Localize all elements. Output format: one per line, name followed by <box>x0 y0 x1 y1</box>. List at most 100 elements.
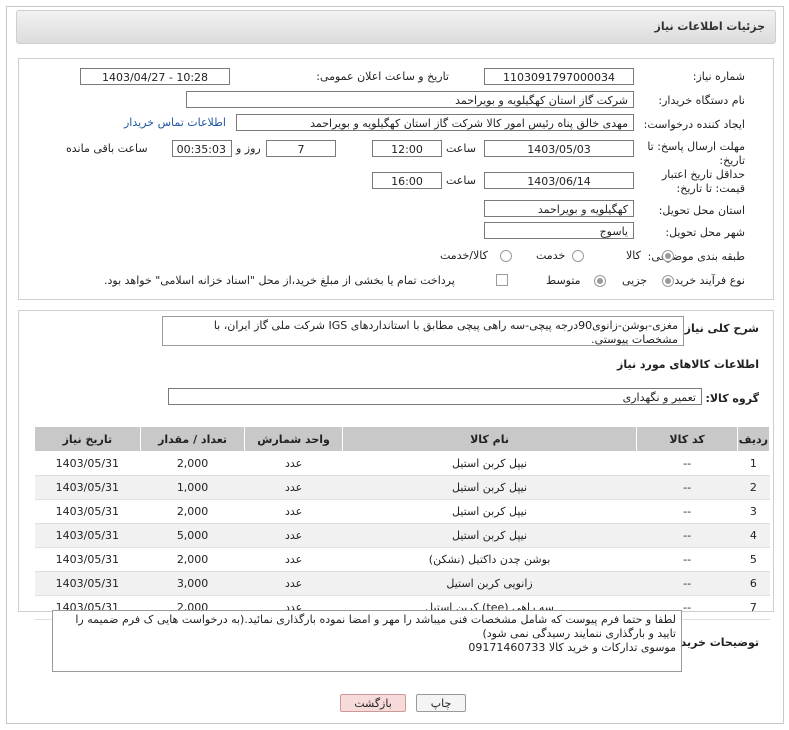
days-label: روز و <box>236 142 261 155</box>
buyer-contact-link[interactable]: اطلاعات تماس خریدار <box>124 116 226 129</box>
treasury-payment-note: پرداخت تمام یا بخشی از مبلغ خرید،از محل … <box>104 274 455 287</box>
cell-item-code: -- <box>636 523 738 548</box>
need-number-label: شماره نیاز: <box>692 70 745 83</box>
city-label: شهر محل تحویل: <box>665 226 745 239</box>
cell-quantity: 2,000 <box>140 499 245 524</box>
col-row-number: ردیف <box>736 426 771 452</box>
cell-item-name: نیپل کربن استیل <box>342 451 637 476</box>
cell-row-number: 4 <box>737 523 770 548</box>
category-radio-service[interactable] <box>572 250 584 262</box>
cell-item-name: نیپل کربن استیل <box>342 475 637 500</box>
process-option-minor: جزیی <box>622 274 648 287</box>
cell-item-name: بوشن چدن داکتیل (نشکن) <box>342 547 637 572</box>
remaining-time-field: 00:35:03 <box>172 140 232 157</box>
category-option-goods: کالا <box>626 249 641 262</box>
table-row: 2 -- نیپل کربن استیل عدد 1,000 1403/05/3… <box>34 475 770 500</box>
buyer-notes-field: لطفا و حتما فرم پیوست که شامل مشخصات فنی… <box>52 610 682 672</box>
cell-need-date: 1403/05/31 <box>34 451 141 476</box>
table-row: 5 -- بوشن چدن داکتیل (نشکن) عدد 2,000 14… <box>34 547 770 572</box>
process-radio-minor[interactable] <box>662 275 674 287</box>
validity-date-field: 1403/06/14 <box>484 172 634 189</box>
category-option-service: خدمت <box>536 249 566 262</box>
cell-item-name: نیپل کربن استیل <box>342 523 637 548</box>
buyer-org-field: شرکت گاز استان کهگیلویه و بویراحمد <box>186 91 634 108</box>
reply-time-field: 12:00 <box>372 140 442 157</box>
cell-item-name: زانویی کربن استیل <box>342 571 637 596</box>
cell-need-date: 1403/05/31 <box>34 571 141 596</box>
page-title: جزئیات اطلاعات نیاز <box>654 20 766 33</box>
table-row: 4 -- نیپل کربن استیل عدد 5,000 1403/05/3… <box>34 523 770 548</box>
announce-label: تاریخ و ساعت اعلان عمومی: <box>316 70 449 83</box>
back-button[interactable]: بازگشت <box>340 694 406 712</box>
cell-quantity: 2,000 <box>140 547 245 572</box>
process-label: نوع فرآیند خرید : <box>667 274 745 287</box>
cell-row-number: 3 <box>737 499 770 524</box>
cell-item-code: -- <box>636 547 738 572</box>
category-radio-goods[interactable] <box>662 250 674 262</box>
cell-quantity: 3,000 <box>140 571 245 596</box>
process-option-medium: متوسط <box>546 274 581 287</box>
requester-field: مهدی خالق پناه رئیس امور کالا شرکت گاز ا… <box>236 114 634 131</box>
cell-row-number: 2 <box>737 475 770 500</box>
cell-quantity: 2,000 <box>140 451 245 476</box>
goods-group-field: تعمیر و نگهداری <box>168 388 702 405</box>
buyer-org-label: نام دستگاه خریدار: <box>658 94 745 107</box>
cell-row-number: 5 <box>737 547 770 572</box>
city-field: یاسوج <box>484 222 634 239</box>
reply-deadline-label: مهلت ارسال پاسخ: تا تاریخ: <box>647 140 745 167</box>
cell-item-name: نیپل کربن استیل <box>342 499 637 524</box>
print-button[interactable]: چاپ <box>416 694 466 712</box>
cell-need-date: 1403/05/31 <box>34 475 141 500</box>
goods-section-title: اطلاعات کالاهای مورد نیاز <box>617 358 759 371</box>
cell-need-date: 1403/05/31 <box>34 499 141 524</box>
col-item-code: کد کالا <box>636 426 738 452</box>
col-unit: واحد شمارش <box>244 426 343 452</box>
col-item-name: نام کالا <box>341 426 638 452</box>
days-field: 7 <box>266 140 336 157</box>
goods-table-header: ردیف کد کالا نام کالا واحد شمارش تعداد /… <box>34 426 771 452</box>
cell-need-date: 1403/05/31 <box>34 547 141 572</box>
category-option-both: کالا/خدمت <box>440 249 488 262</box>
requester-label: ایجاد کننده درخواست: <box>643 118 745 131</box>
validity-time-label: ساعت <box>446 174 476 187</box>
province-field: کهگیلویه و بویراحمد <box>484 200 634 217</box>
cell-unit: عدد <box>244 499 343 524</box>
price-validity-label: حداقل تاریخ اعتبار قیمت: تا تاریخ: <box>661 168 745 195</box>
category-radio-both[interactable] <box>500 250 512 262</box>
need-description-label: شرح کلی نیاز: <box>680 322 759 335</box>
reply-time-label: ساعت <box>446 142 476 155</box>
cell-quantity: 5,000 <box>140 523 245 548</box>
treasury-payment-checkbox[interactable] <box>496 274 508 286</box>
col-quantity: تعداد / مقدار <box>139 426 246 452</box>
cell-need-date: 1403/05/31 <box>34 523 141 548</box>
cell-quantity: 1,000 <box>140 475 245 500</box>
buyer-notes-line-1: لطفا و حتما فرم پیوست که شامل مشخصات فنی… <box>75 613 676 640</box>
cell-unit: عدد <box>244 475 343 500</box>
province-label: استان محل تحویل: <box>658 204 745 217</box>
cell-unit: عدد <box>244 523 343 548</box>
cell-item-code: -- <box>636 571 738 596</box>
remaining-label: ساعت باقی مانده <box>66 142 148 155</box>
process-radio-medium[interactable] <box>594 275 606 287</box>
cell-item-code: -- <box>636 475 738 500</box>
table-row: 6 -- زانویی کربن استیل عدد 3,000 1403/05… <box>34 571 770 596</box>
table-row: 3 -- نیپل کربن استیل عدد 2,000 1403/05/3… <box>34 499 770 524</box>
cell-item-code: -- <box>636 451 738 476</box>
cell-row-number: 7 <box>737 595 770 620</box>
cell-unit: عدد <box>244 451 343 476</box>
goods-table: ردیف کد کالا نام کالا واحد شمارش تعداد /… <box>34 426 771 620</box>
cell-unit: عدد <box>244 547 343 572</box>
reply-date-field: 1403/05/03 <box>484 140 634 157</box>
page-header: جزئیات اطلاعات نیاز <box>16 10 776 44</box>
cell-item-code: -- <box>636 499 738 524</box>
table-row: 1 -- نیپل کربن استیل عدد 2,000 1403/05/3… <box>34 451 770 476</box>
cell-row-number: 6 <box>737 571 770 596</box>
validity-time-field: 16:00 <box>372 172 442 189</box>
buyer-notes-line-2: موسوی تدارکات و خرید کالا 09171460733 <box>468 641 676 654</box>
announce-field: 1403/04/27 - 10:28 <box>80 68 230 85</box>
cell-unit: عدد <box>244 571 343 596</box>
need-description-field: مغزی-بوشن-زانوی90درجه پیچی-سه راهی پیچی … <box>162 316 684 346</box>
col-need-date: تاریخ نیاز <box>34 426 141 452</box>
goods-group-label: گروه کالا: <box>705 392 759 405</box>
cell-row-number: 1 <box>737 451 770 476</box>
